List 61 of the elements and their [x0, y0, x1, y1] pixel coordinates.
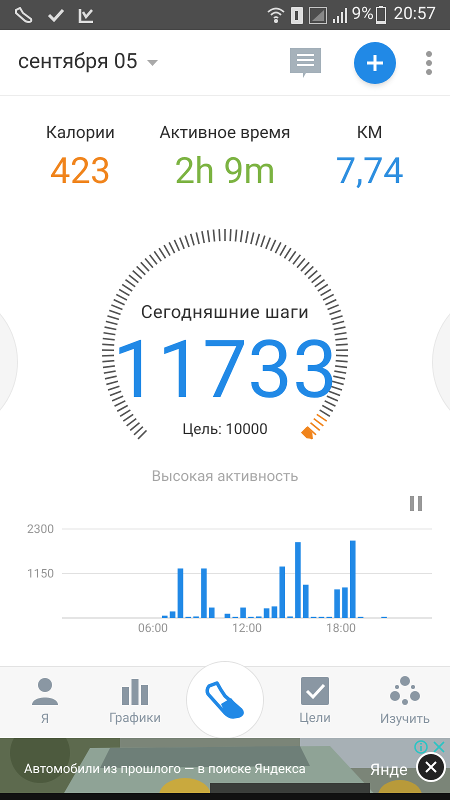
- nav-tab[interactable]: Цели: [270, 667, 360, 738]
- add-button[interactable]: [354, 42, 396, 84]
- x-axis-label: 06:00: [138, 620, 168, 634]
- close-icon: [433, 741, 445, 753]
- goal-text: Цель: 10000: [182, 418, 268, 440]
- nav-tab[interactable]: Графики: [90, 667, 180, 738]
- chart-bar: [342, 586, 348, 618]
- message-button[interactable]: [289, 46, 322, 78]
- chart-bar: [334, 588, 340, 618]
- shoe-icon: [203, 680, 247, 720]
- download-check-icon: [78, 7, 94, 23]
- date-selector[interactable]: сентября 05: [18, 46, 158, 78]
- chart-bar: [170, 610, 176, 618]
- activity-level: Высокая активность: [150, 466, 300, 486]
- stat-value: 423: [50, 148, 111, 194]
- ad-brand: Янде: [370, 759, 408, 781]
- stat-value: 2h 9m: [174, 148, 276, 194]
- battery-icon: [376, 6, 386, 24]
- y-axis-label: 1150: [27, 566, 54, 580]
- ad-text: Автомобили из прошлого — в поиске Яндекса: [24, 761, 306, 779]
- person-icon: [30, 676, 60, 706]
- gauge-title: Сегодняшние шаги: [140, 300, 310, 324]
- chart-bar: [240, 607, 246, 618]
- x-axis-label: 12:00: [232, 620, 262, 634]
- chart-bar: [302, 584, 309, 618]
- x-axis-label: 18:00: [326, 620, 356, 634]
- bar-chart-icon: [120, 676, 150, 705]
- more-icon: [426, 50, 432, 74]
- stat-value: 7,74: [336, 148, 404, 194]
- checkbox-icon: [301, 676, 329, 705]
- more-button[interactable]: [426, 50, 432, 74]
- plus-icon: [366, 54, 384, 72]
- signal-icon: [332, 7, 348, 23]
- chart-bar: [224, 613, 230, 618]
- stat-label: Активное время: [160, 122, 290, 145]
- chart-bar: [272, 606, 278, 618]
- stat-label: Калории: [46, 122, 115, 145]
- chart-bar: [264, 608, 270, 618]
- stat-label: КМ: [356, 122, 383, 145]
- message-icon: [289, 46, 322, 78]
- nav-tab[interactable]: Я: [0, 667, 90, 738]
- nav-tab[interactable]: Изучить: [360, 667, 450, 738]
- dots-circle-icon: [390, 676, 420, 706]
- sim-card-icon: [290, 6, 303, 24]
- clock: 20:57: [394, 3, 436, 26]
- chart-bar: [279, 566, 286, 618]
- y-axis-label: 2300: [27, 522, 54, 536]
- shoe-icon: [14, 7, 34, 23]
- chart-bar: [178, 568, 184, 618]
- chart-bar: [162, 615, 168, 618]
- battery-percent: 9%: [352, 3, 374, 26]
- signal-icon: [308, 6, 327, 24]
- check-icon: [48, 8, 64, 22]
- caret-icon: [147, 60, 158, 66]
- close-icon: [425, 761, 437, 773]
- info-icon: [414, 740, 428, 754]
- chart-bar: [201, 568, 207, 618]
- pause-icon: [410, 496, 422, 510]
- wifi-icon: [266, 6, 285, 24]
- step-count: 11733: [112, 326, 338, 414]
- chart-bar: [208, 607, 215, 618]
